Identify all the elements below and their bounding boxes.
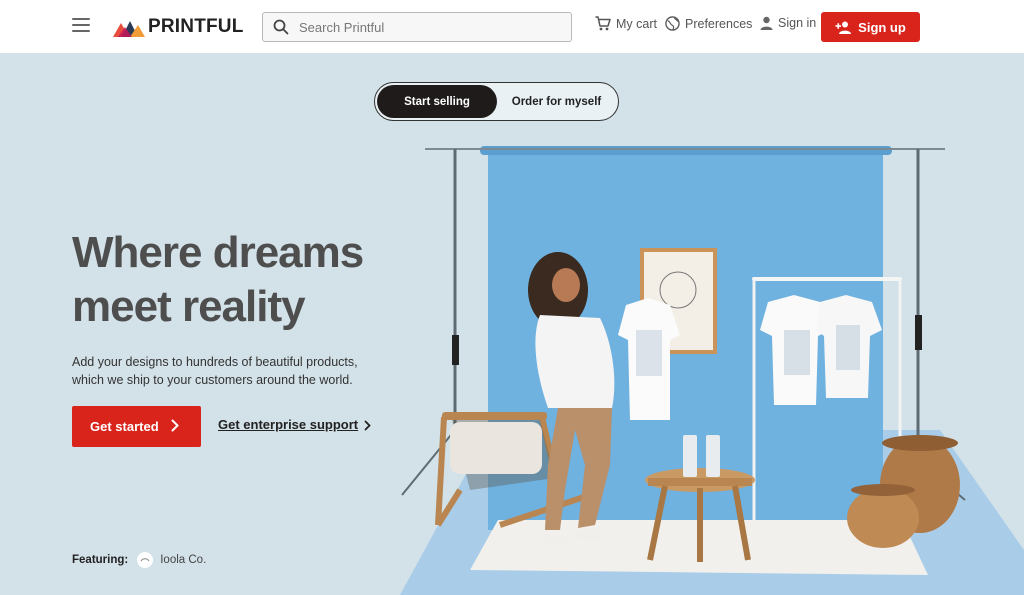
featured-brand-name: Ioola Co. [160,554,207,566]
hero-image [400,146,1024,595]
audience-toggle: Start selling Order for myself [374,82,619,121]
sign-up-label: Sign up [858,19,906,35]
sign-up-button[interactable]: Sign up [821,12,920,42]
hero-headline-line-2: meet reality [72,282,306,331]
search-bar[interactable] [262,12,572,42]
add-user-icon [835,21,852,34]
printful-logo[interactable]: PRINTFUL [113,16,244,38]
hero-headline-line-1: Where dreams [72,228,364,277]
preferences-link[interactable]: Preferences [665,16,752,31]
chevron-right-icon[interactable] [364,420,371,431]
cart-icon [595,16,611,31]
get-started-label: Get started [90,419,159,434]
featuring-label: Featuring: [72,554,129,566]
enterprise-support-link[interactable]: Get enterprise support [218,417,358,432]
my-cart-link[interactable]: My cart [595,16,657,31]
start-selling-tab[interactable]: Start selling [377,85,497,118]
hero-headline: Where dreams meet reality [72,226,412,334]
chevron-right-icon [171,419,179,432]
globe-icon [665,16,680,31]
logo-text: PRINTFUL [148,16,244,37]
get-started-button[interactable]: Get started [72,406,201,447]
brand-logo-icon [137,552,154,568]
preferences-label: Preferences [685,16,753,31]
search-icon [273,19,289,35]
user-icon [760,16,773,30]
featured-brand: Featuring: Ioola Co. [72,552,206,568]
hero-subtitle: Add your designs to hundreds of beautifu… [72,355,358,387]
top-navigation: PRINTFUL My cart Preferences Sign in [0,0,1024,53]
hamburger-menu-icon[interactable] [72,18,90,32]
sign-in-link[interactable]: Sign in [760,16,816,30]
order-for-myself-tab[interactable]: Order for myself [497,85,616,118]
sign-in-label: Sign in [778,16,817,30]
cart-label: My cart [616,16,657,31]
printful-logo-icon [113,21,145,37]
search-input[interactable] [299,19,549,35]
